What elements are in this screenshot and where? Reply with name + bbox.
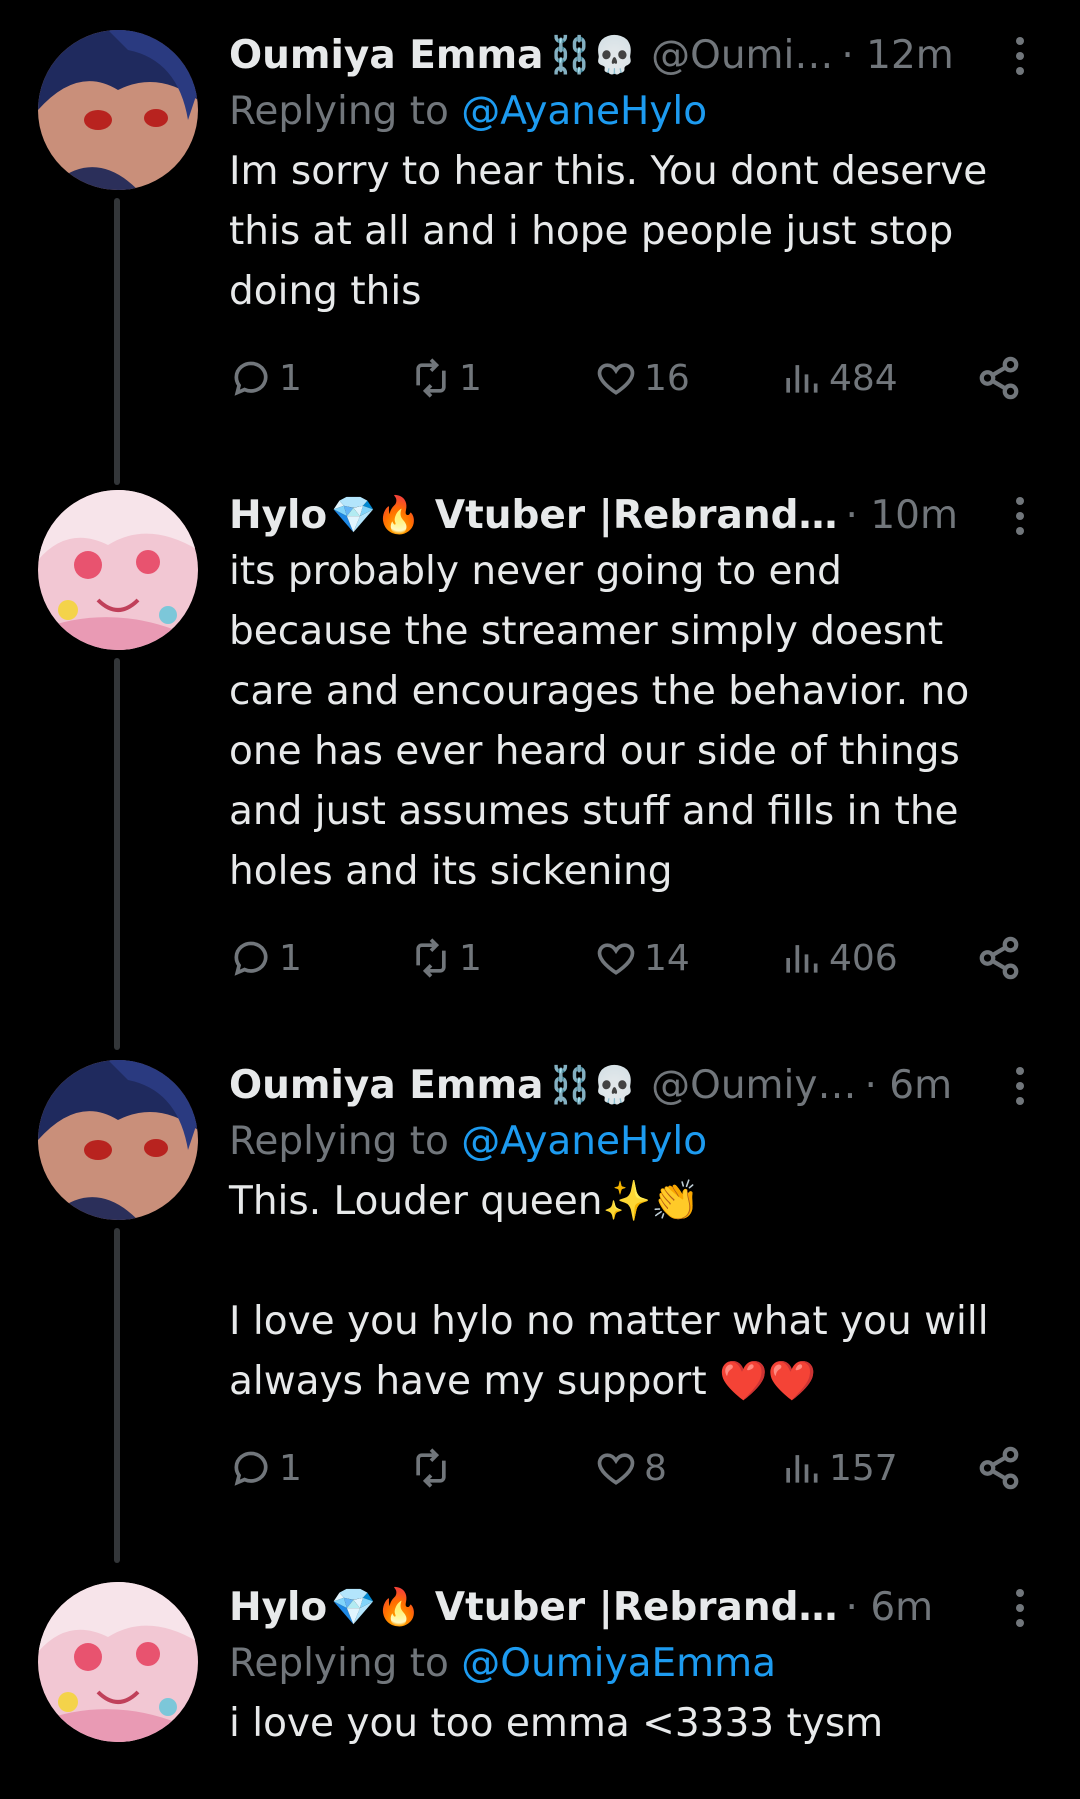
author-badges: 💎🔥 bbox=[331, 495, 421, 536]
repost-icon bbox=[416, 938, 446, 978]
thread-connector bbox=[114, 198, 120, 485]
repost-count: 1 bbox=[459, 357, 482, 399]
share-icon bbox=[979, 356, 1019, 400]
timestamp[interactable]: · 12m bbox=[841, 30, 953, 82]
reply-icon bbox=[234, 361, 268, 396]
heart-icon bbox=[597, 943, 635, 975]
avatar[interactable] bbox=[38, 1060, 198, 1220]
reply-button[interactable]: 1 bbox=[229, 348, 302, 408]
view-count: 406 bbox=[829, 937, 898, 979]
reply-count: 1 bbox=[279, 1447, 302, 1489]
like-count: 8 bbox=[644, 1447, 667, 1489]
more-options-icon[interactable] bbox=[1000, 1060, 1040, 1112]
reply-prefix: Replying to bbox=[229, 89, 462, 134]
tweet-text: i love you too emma <3333 tysm bbox=[229, 1701, 884, 1746]
share-button[interactable] bbox=[976, 1438, 1022, 1498]
heart-icon bbox=[597, 1453, 635, 1485]
avatar-image-hylo bbox=[38, 490, 198, 650]
like-count: 16 bbox=[644, 357, 690, 399]
author-name[interactable]: Oumiya Emma bbox=[229, 1060, 543, 1112]
avatar[interactable] bbox=[38, 490, 198, 650]
tweet-header: Hylo 💎🔥 Vtuber |Rebrand… · 6m bbox=[229, 1582, 1040, 1634]
share-button[interactable] bbox=[976, 928, 1022, 988]
thread-connector bbox=[114, 658, 120, 1050]
repost-button[interactable] bbox=[409, 1438, 459, 1498]
reply-mention-link[interactable]: @AyaneHylo bbox=[461, 89, 707, 134]
timestamp[interactable]: · 6m bbox=[846, 1582, 934, 1634]
like-count: 14 bbox=[644, 937, 690, 979]
reply-icon bbox=[234, 941, 268, 976]
action-bar: 1 1 14 406 bbox=[229, 928, 1040, 988]
reply-prefix: Replying to bbox=[229, 1119, 462, 1164]
action-bar: 1 1 16 484 bbox=[229, 348, 1040, 408]
tweet[interactable]: Hylo 💎🔥 Vtuber |Rebrand… · 6m Replying t… bbox=[0, 1552, 1080, 1799]
share-icon bbox=[979, 936, 1019, 980]
repost-icon bbox=[416, 1448, 446, 1488]
view-count: 157 bbox=[829, 1447, 898, 1489]
reply-context: Replying to @AyaneHylo bbox=[229, 1112, 1040, 1172]
reply-mention-link[interactable]: @AyaneHylo bbox=[461, 1119, 707, 1164]
author-name[interactable]: Oumiya Emma bbox=[229, 30, 543, 82]
reply-context: Replying to @AyaneHylo bbox=[229, 82, 1040, 142]
views-button[interactable]: 484 bbox=[779, 348, 898, 408]
like-button[interactable]: 14 bbox=[594, 928, 690, 988]
like-button[interactable]: 16 bbox=[594, 348, 690, 408]
more-options-icon[interactable] bbox=[1000, 30, 1040, 82]
share-icon bbox=[979, 1446, 1019, 1490]
author-display-suffix[interactable]: Vtuber |Rebrand… bbox=[435, 1582, 838, 1634]
author-handle[interactable]: @Oumiy… bbox=[651, 1060, 856, 1112]
heart-icon bbox=[597, 363, 635, 395]
reply-button[interactable]: 1 bbox=[229, 1438, 302, 1498]
view-count: 484 bbox=[829, 357, 898, 399]
reply-icon bbox=[234, 1451, 268, 1486]
tweet-text: Im sorry to hear this. You dont deserve … bbox=[229, 149, 988, 314]
author-badges: ⛓️💀 bbox=[547, 1065, 638, 1106]
tweet[interactable]: Hylo 💎🔥 Vtuber |Rebrand… · 10m its proba… bbox=[0, 460, 1080, 1050]
tweet-header: Hylo 💎🔥 Vtuber |Rebrand… · 10m bbox=[229, 490, 1040, 542]
avatar-image-hylo bbox=[38, 1582, 198, 1742]
timestamp[interactable]: · 6m bbox=[864, 1060, 952, 1112]
author-display-suffix[interactable]: Vtuber |Rebrand… bbox=[435, 490, 838, 542]
tweet-text: This. Louder queen✨👏 I love you hylo no … bbox=[229, 1179, 989, 1404]
avatar-image-emma bbox=[38, 30, 198, 190]
action-bar: 1 8 157 bbox=[229, 1438, 1040, 1498]
tweet-header: Oumiya Emma ⛓️💀 @Oumi… · 12m bbox=[229, 30, 1040, 82]
author-badges: ⛓️💀 bbox=[547, 35, 638, 76]
reply-context: Replying to @OumiyaEmma bbox=[229, 1634, 1040, 1694]
author-name[interactable]: Hylo bbox=[229, 490, 327, 542]
thread-connector bbox=[114, 1228, 120, 1563]
repost-button[interactable]: 1 bbox=[409, 348, 482, 408]
views-icon bbox=[786, 365, 818, 393]
more-options-icon[interactable] bbox=[1000, 490, 1040, 542]
views-icon bbox=[786, 1455, 818, 1483]
avatar[interactable] bbox=[38, 1582, 198, 1742]
reply-thread: Oumiya Emma ⛓️💀 @Oumi… · 12m Replying to… bbox=[0, 0, 1080, 1799]
reply-prefix: Replying to bbox=[229, 1641, 462, 1686]
like-button[interactable]: 8 bbox=[594, 1438, 667, 1498]
views-button[interactable]: 406 bbox=[779, 928, 898, 988]
repost-count: 1 bbox=[459, 937, 482, 979]
reply-button[interactable]: 1 bbox=[229, 928, 302, 988]
avatar-image-emma bbox=[38, 1060, 198, 1220]
author-name[interactable]: Hylo bbox=[229, 1582, 327, 1634]
avatar[interactable] bbox=[38, 30, 198, 190]
repost-icon bbox=[416, 358, 446, 398]
author-badges: 💎🔥 bbox=[331, 1587, 421, 1628]
more-options-icon[interactable] bbox=[1000, 1582, 1040, 1634]
timestamp[interactable]: · 10m bbox=[846, 490, 958, 542]
tweet-header: Oumiya Emma ⛓️💀 @Oumiy… · 6m bbox=[229, 1060, 1040, 1112]
tweet[interactable]: Oumiya Emma ⛓️💀 @Oumi… · 12m Replying to… bbox=[0, 0, 1080, 485]
reply-count: 1 bbox=[279, 357, 302, 399]
author-handle[interactable]: @Oumi… bbox=[651, 30, 833, 82]
views-icon bbox=[786, 945, 818, 973]
tweet-text: its probably never going to end because … bbox=[229, 549, 970, 894]
views-button[interactable]: 157 bbox=[779, 1438, 898, 1498]
repost-button[interactable]: 1 bbox=[409, 928, 482, 988]
reply-mention-link[interactable]: @OumiyaEmma bbox=[461, 1641, 776, 1686]
share-button[interactable] bbox=[976, 348, 1022, 408]
tweet[interactable]: Oumiya Emma ⛓️💀 @Oumiy… · 6m Replying to… bbox=[0, 1030, 1080, 1563]
reply-count: 1 bbox=[279, 937, 302, 979]
